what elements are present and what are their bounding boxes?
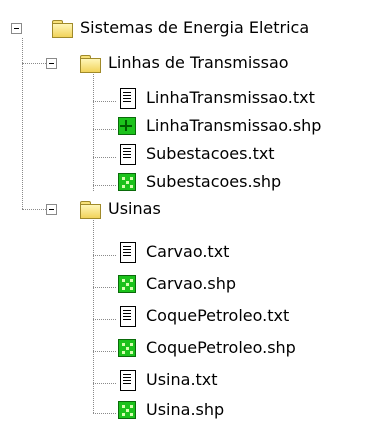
tree-node-label: Sistemas de Energia Eletrica [80,18,310,37]
tree-node-label: Carvao.shp [146,274,237,293]
tree-node-file[interactable]: LinhaTransmissao.txt [117,86,316,110]
file-tree: Sistemas de Energia Eletrica Linhas de T… [0,0,369,424]
tree-node-file[interactable]: Subestacoes.shp [117,170,282,194]
line-shapefile-icon [117,116,139,136]
tree-node-label: Usina.shp [146,400,225,419]
tree-node-file[interactable]: Carvao.txt [117,240,230,264]
tree-node-label: Carvao.txt [146,242,230,261]
tree-node-file[interactable]: Usina.txt [117,368,219,392]
tree-connector [93,185,116,186]
folder-icon [79,53,101,73]
collapse-toggle-linhas[interactable] [46,58,57,69]
tree-node-file[interactable]: Carvao.shp [117,272,237,296]
tree-connector [93,351,116,352]
tree-connector [93,319,116,320]
text-file-icon [117,242,139,263]
point-shapefile-icon [117,338,139,358]
tree-node-file[interactable]: LinhaTransmissao.shp [117,114,322,138]
tree-node-label: LinhaTransmissao.txt [146,88,315,107]
folder-icon [51,18,73,38]
tree-node-file[interactable]: Subestacoes.txt [117,142,276,166]
tree-connector [93,129,116,130]
collapse-toggle-usinas[interactable] [46,204,57,215]
tree-node-label: Linhas de Transmissao [108,53,289,72]
tree-connector [93,101,116,102]
folder-icon [79,199,101,219]
tree-connector [93,287,116,288]
tree-connector [93,255,116,256]
tree-connector [93,74,94,191]
tree-node-file[interactable]: CoquePetroleo.txt [117,304,290,328]
tree-connector [93,220,94,413]
text-file-icon [117,88,139,109]
tree-node-label: Subestacoes.shp [146,172,282,191]
tree-connector [22,63,48,64]
text-file-icon [117,144,139,165]
point-shapefile-icon [117,172,139,192]
tree-node-label: LinhaTransmissao.shp [146,116,322,135]
tree-node-file[interactable]: Usina.shp [117,398,225,422]
text-file-icon [117,370,139,391]
tree-node-file[interactable]: CoquePetroleo.shp [117,336,297,360]
tree-connector [93,413,116,414]
tree-node-linhas-de-transmissao[interactable]: Linhas de Transmissao [79,51,290,75]
tree-node-root[interactable]: Sistemas de Energia Eletrica [51,16,310,40]
tree-connector [93,157,116,158]
tree-connector [22,209,48,210]
point-shapefile-icon [117,274,139,294]
tree-node-label: CoquePetroleo.shp [146,338,296,357]
tree-node-label: CoquePetroleo.txt [146,306,290,325]
collapse-toggle-root[interactable] [11,23,22,34]
tree-node-usinas[interactable]: Usinas [79,197,162,221]
tree-node-label: Usinas [108,199,161,218]
tree-node-label: Usina.txt [146,370,218,389]
tree-connector [93,383,116,384]
text-file-icon [117,306,139,327]
tree-node-label: Subestacoes.txt [146,144,275,163]
point-shapefile-icon [117,400,139,420]
